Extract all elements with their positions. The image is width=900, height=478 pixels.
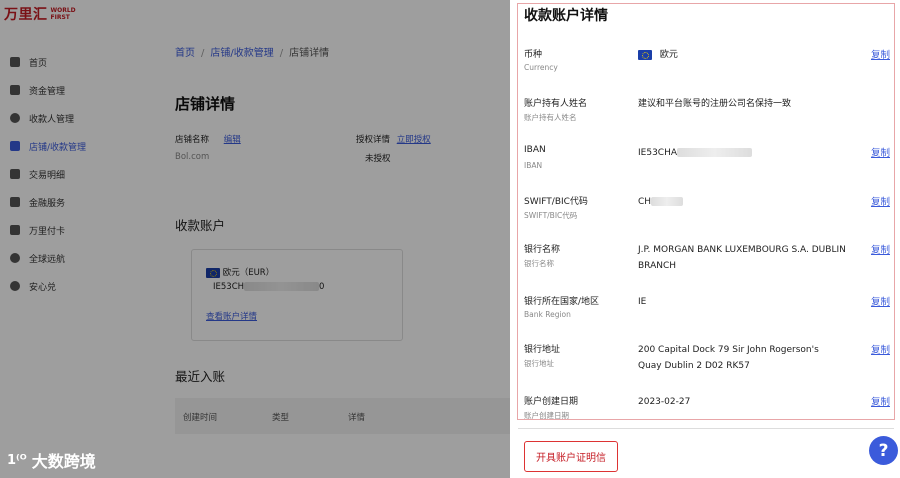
field-swift: SWIFT/BIC代码 SWIFT/BIC代码 CH 复制	[524, 194, 890, 234]
field-created-date: 账户创建日期 账户创建日期 2023-02-27 复制	[524, 394, 890, 424]
masked-value	[677, 148, 753, 157]
eu-flag-icon	[638, 49, 652, 60]
field-sublabel: 账户创建日期	[524, 411, 569, 420]
field-sublabel: Currency	[524, 63, 558, 72]
field-sublabel: 银行地址	[524, 359, 554, 368]
field-label: 币种	[524, 50, 543, 60]
field-value: J.P. MORGAN BANK LUXEMBOURG S.A. DUBLIN …	[638, 245, 846, 271]
field-label: 银行地址	[524, 345, 561, 355]
field-value: 200 Capital Dock 79 Sir John Rogerson's …	[638, 345, 819, 371]
field-label: 银行所在国家/地区	[524, 297, 600, 307]
copy-button[interactable]: 复制	[871, 294, 890, 308]
field-value: 2023-02-27	[638, 397, 691, 407]
help-button[interactable]: ?	[869, 436, 898, 465]
modal-backdrop[interactable]	[0, 0, 510, 478]
field-value: IE53CHA	[638, 145, 838, 161]
field-label: 账户持有人姓名	[524, 99, 588, 109]
field-sublabel: 银行名称	[524, 259, 554, 268]
field-bank-name: 银行名称 银行名称 J.P. MORGAN BANK LUXEMBOURG S.…	[524, 242, 890, 282]
field-label: SWIFT/BIC代码	[524, 197, 588, 207]
field-sublabel: SWIFT/BIC代码	[524, 211, 578, 220]
field-sublabel: IBAN	[524, 161, 543, 170]
copy-button[interactable]: 复制	[871, 145, 890, 159]
field-sublabel: 账户持有人姓名	[524, 113, 577, 122]
watermark-text: 大数跨境	[31, 452, 96, 471]
copy-button[interactable]: 复制	[871, 47, 890, 61]
field-label: 账户创建日期	[524, 397, 579, 407]
field-currency: 币种 Currency 欧元 复制	[524, 47, 890, 87]
drawer-title: 收款账户详情	[524, 8, 608, 24]
field-label: IBAN	[524, 145, 546, 155]
field-bank-address: 银行地址 银行地址 200 Capital Dock 79 Sir John R…	[524, 342, 890, 382]
app-window: 万里汇 WORLD FIRST 首页 资金管理 收款人管理 店铺/收款管理 交易…	[0, 0, 900, 478]
field-label: 银行名称	[524, 245, 561, 255]
divider	[518, 428, 894, 429]
issue-account-certificate-button[interactable]: 开具账户证明信	[524, 441, 618, 472]
watermark: 1⁽ᴼ 大数跨境	[7, 448, 96, 472]
field-value: CH	[638, 194, 838, 210]
field-value: IE	[638, 297, 647, 307]
field-bank-region: 银行所在国家/地区 Bank Region IE 复制	[524, 294, 890, 334]
field-iban: IBAN IBAN IE53CHA 复制	[524, 145, 890, 185]
account-details-drawer: 收款账户详情 币种 Currency 欧元 复制 账户持有人姓名 账户持有人姓名…	[510, 0, 900, 478]
field-account-holder: 账户持有人姓名 账户持有人姓名 建议和平台账号的注册公司名保持一致	[524, 96, 890, 136]
field-value: 建议和平台账号的注册公司名保持一致	[638, 99, 792, 109]
copy-button[interactable]: 复制	[871, 342, 890, 356]
field-value: 欧元	[638, 47, 838, 63]
copy-button[interactable]: 复制	[871, 394, 890, 408]
masked-value	[651, 197, 684, 206]
copy-button[interactable]: 复制	[871, 242, 890, 256]
copy-button[interactable]: 复制	[871, 194, 890, 208]
field-sublabel: Bank Region	[524, 310, 571, 319]
watermark-logo: 1⁽ᴼ	[7, 452, 27, 468]
